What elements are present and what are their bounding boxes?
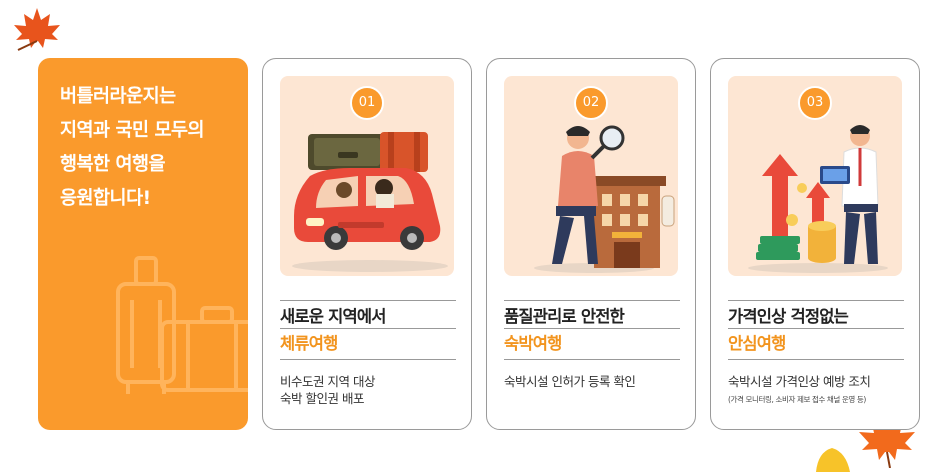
promo-panel: 버틀러라운지는 지역과 국민 모두의 행복한 여행을 응원합니다! [38,58,248,430]
feature-card-lodging-travel: 02 품질관리로 안전한 숙박여행 숙박시설 인허가 등록 확인 [486,58,696,430]
card-title-block: 새로운 지역에서 체류여행 [280,300,456,360]
description-line: 숙박시설 인허가 등록 확인 [504,374,636,389]
promo-line: 응원합니다! [60,188,151,209]
description-line: 숙박 할인권 배포 [280,391,364,406]
feature-card-stay-travel: 01 새로운 지역에서 체류여행 비수도권 지역 대상 숙박 할인권 배포 [262,58,472,430]
promo-line: 버틀러라운지는 [60,86,176,107]
card-description: 비수도권 지역 대상 숙박 할인권 배포 [280,373,460,407]
description-line: 숙박시설 가격인상 예방 조치 [728,374,871,389]
step-number-badge: 03 [798,86,832,120]
description-line: 비수도권 지역 대상 [280,374,375,389]
promo-line: 지역과 국민 모두의 [60,120,205,141]
card-description: 숙박시설 가격인상 예방 조치 (가격 모니터링, 소비자 제보 접수 채널 운… [728,373,908,408]
hotel-inspection-illustration: 02 [504,76,678,276]
card-title: 새로운 지역에서 [280,307,386,326]
car-illustration: 01 [280,76,454,276]
card-title-block: 가격인상 걱정없는 안심여행 [728,300,904,360]
ginkgo-leaf-icon [816,448,850,472]
step-number-badge: 01 [350,86,384,120]
step-number-badge: 02 [574,86,608,120]
feature-card-safe-travel: 03 가격인상 걱정없는 안심여행 숙박시설 가격인상 예방 조치 (가격 모니… [710,58,920,430]
promo-line: 행복한 여행을 [60,154,166,175]
promo-headline: 버틀러라운지는 지역과 국민 모두의 행복한 여행을 응원합니다! [60,80,238,216]
maple-leaf-icon [14,8,60,51]
description-note: (가격 모니터링, 소비자 제보 접수 채널 운영 등) [728,395,866,404]
luggage-icon [116,256,248,394]
card-title: 품질관리로 안전한 [504,307,625,326]
card-title: 가격인상 걱정없는 [728,307,849,326]
card-accent-title: 체류여행 [280,334,338,353]
card-description: 숙박시설 인허가 등록 확인 [504,373,684,390]
card-accent-title: 안심여행 [728,334,786,353]
price-chart-illustration: 03 [728,76,902,276]
card-title-block: 품질관리로 안전한 숙박여행 [504,300,680,360]
card-accent-title: 숙박여행 [504,334,562,353]
